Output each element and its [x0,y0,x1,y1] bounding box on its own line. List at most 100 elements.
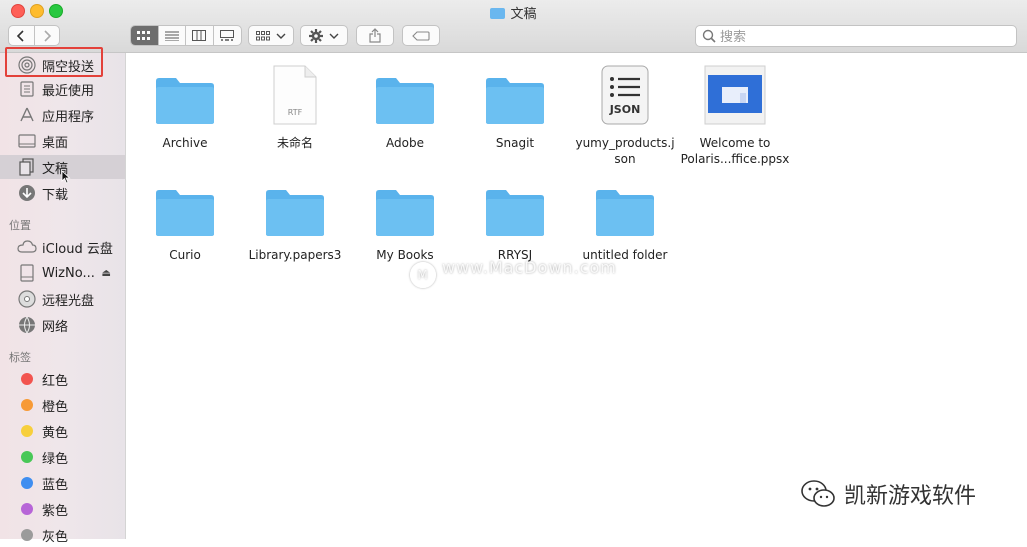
sidebar-item-icloud[interactable]: iCloud 云盘 [0,235,125,259]
group-by-button[interactable] [248,25,294,46]
file-untitled-rtf[interactable]: RTF 未命名 [240,61,350,151]
tags-header: 标签 [9,351,31,364]
file-rrysj[interactable]: RRYSJ [460,173,570,263]
tag-button[interactable] [402,25,440,46]
sidebar-item-downloads[interactable]: 下载 [0,181,125,205]
presentation-thumbnail-icon [680,61,790,125]
file-my-books[interactable]: My Books [350,173,460,263]
sidebar-item-label: 橙色 [42,399,69,415]
folder-icon [130,61,240,125]
folder-icon [130,173,240,237]
chevron-down-icon [276,33,286,39]
tag-icon [412,30,430,41]
airdrop-icon [17,55,37,75]
action-menu-button[interactable] [300,25,348,46]
folder-icon [350,173,460,237]
gallery-icon [220,30,235,41]
desktop-icon [17,131,37,151]
forward-button[interactable] [35,26,60,45]
eject-icon[interactable]: ⏏ [102,268,111,279]
tag-dot-icon [17,525,37,545]
toolbar: 文稿 [0,0,1027,53]
cloud-icon [17,237,37,257]
nav-buttons [8,25,60,46]
share-button[interactable] [356,25,394,46]
sidebar-tag-gray[interactable]: 灰色 [0,523,125,547]
window-title-text: 文稿 [510,7,537,22]
chevron-down-icon [329,33,339,39]
sidebar-item-label: 黄色 [42,425,69,441]
recents-icon [17,79,37,99]
gallery-view-button[interactable] [214,26,241,45]
sidebar-item-wiznote[interactable]: WizNo... ⏏ [0,261,125,285]
sidebar-item-network[interactable]: 网络 [0,313,125,337]
folder-icon [460,173,570,237]
sidebar-item-label: 远程光盘 [42,293,95,309]
group-grid-icon [256,30,270,40]
search-input[interactable] [718,27,1012,47]
list-view-button[interactable] [159,26,186,45]
folder-icon [570,173,680,237]
sidebar-item-desktop[interactable]: 桌面 [0,129,125,153]
sidebar-item-label: 桌面 [42,135,69,151]
file-name: Snagit [495,136,535,150]
watermark-text: www.MacDown.com [442,258,617,277]
back-button[interactable] [9,26,34,45]
sidebar-item-label: 隔空投送 [42,59,95,75]
applications-icon [17,105,37,125]
tag-dot-icon [17,421,37,441]
chevron-right-icon [44,29,51,42]
window-title: 文稿 [0,3,1027,22]
file-type-badge: JSON [609,103,641,116]
list-icon [164,31,179,41]
sidebar: 隔空投送 最近使用 应用程序 桌面 文稿 下载 位置 iCloud 云盘 Wiz… [0,53,126,545]
sidebar-item-label: 下载 [42,187,69,203]
column-view-button[interactable] [186,26,214,45]
locations-header: 位置 [9,219,31,232]
finder-window: 文稿 搜索 隔空投送 最近使用 应用程序 桌面 文稿 下载 位置 iCloud … [0,0,1027,545]
sidebar-tag-blue[interactable]: 蓝色 [0,471,125,495]
tag-dot-icon [17,369,37,389]
tag-dot-icon [17,499,37,519]
sidebar-tag-red[interactable]: 红色 [0,367,125,391]
view-mode-selector [130,25,242,46]
sidebar-item-airdrop[interactable]: 隔空投送 [0,53,125,77]
sidebar-tag-yellow[interactable]: 黄色 [0,419,125,443]
file-untitled-folder[interactable]: untitled folder [570,173,680,263]
folder-icon [240,173,350,237]
sidebar-item-label: WizNo... [42,265,95,281]
file-adobe[interactable]: Adobe [350,61,460,151]
disc-icon [17,289,37,309]
disk-icon [17,263,37,283]
sidebar-item-label: 灰色 [42,529,69,545]
sidebar-tag-purple[interactable]: 紫色 [0,497,125,521]
search-icon [702,29,716,43]
brand-text: 凯新游戏软件 [844,484,977,509]
folder-icon [350,61,460,125]
file-snagit[interactable]: Snagit [460,61,570,151]
sidebar-tag-orange[interactable]: 橙色 [0,393,125,417]
file-type-badge: RTF [287,108,303,117]
file-library-papers3[interactable]: Library.papers3 [240,173,350,263]
downloads-icon [17,183,37,203]
sidebar-tag-green[interactable]: 绿色 [0,445,125,469]
file-name: Adobe [386,136,424,150]
file-yumy-products-json[interactable]: JSON yumy_products.json [570,61,680,167]
sidebar-item-label: 最近使用 [42,83,95,99]
search-field[interactable] [695,25,1017,47]
file-welcome-polaris-ppsx[interactable]: Welcome to Polaris...ffice.ppsx [680,61,790,167]
sidebar-item-applications[interactable]: 应用程序 [0,103,125,127]
wechat-icon [801,480,835,507]
macdown-logo-icon: M [410,262,436,288]
file-name: Library.papers3 [248,248,342,262]
sidebar-item-label: 网络 [42,319,69,335]
file-curio[interactable]: Curio [130,173,240,263]
icon-view-button[interactable] [131,26,159,45]
sidebar-item-remote-disc[interactable]: 远程光盘 [0,287,125,311]
sidebar-item-label: iCloud 云盘 [42,241,113,257]
sidebar-item-recents[interactable]: 最近使用 [0,77,125,101]
sidebar-item-label: 应用程序 [42,109,95,125]
file-archive[interactable]: Archive [130,61,240,151]
watermark: Mwww.MacDown.com [410,258,617,288]
tag-dot-icon [17,447,37,467]
